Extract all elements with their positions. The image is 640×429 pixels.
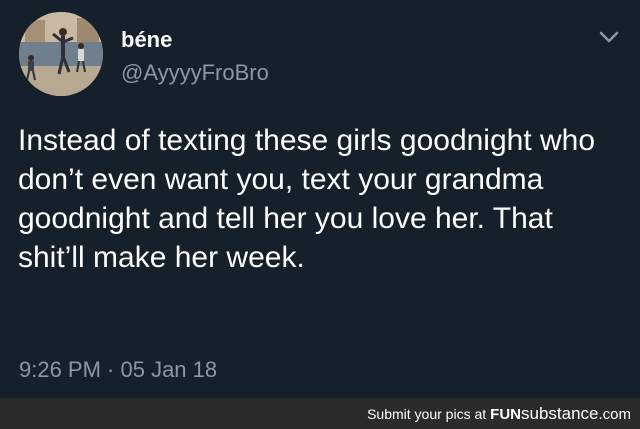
watermark: Submit your pics at FUNsubstance.com [367,404,631,425]
user-handle[interactable]: @AyyyyFroBro [121,60,269,86]
tweet-timestamp[interactable]: 9:26 PM · 05 Jan 18 [19,357,217,383]
watermark-bar: Submit your pics at FUNsubstance.com [0,398,640,429]
watermark-prefix: Submit your pics at [367,406,487,422]
avatar[interactable] [19,12,103,96]
tweet-text: Instead of texting these girls goodnight… [18,124,596,274]
watermark-brand-tld: .com [598,406,631,423]
watermark-brand-sub: substance [520,404,599,423]
chevron-down-icon[interactable] [597,28,621,46]
watermark-brand-fun: FUN [490,406,521,423]
display-name[interactable]: béne [121,27,172,53]
tweet-card: béne @AyyyyFroBro Instead of texting the… [0,0,640,398]
avatar-photo-icon [19,12,103,96]
